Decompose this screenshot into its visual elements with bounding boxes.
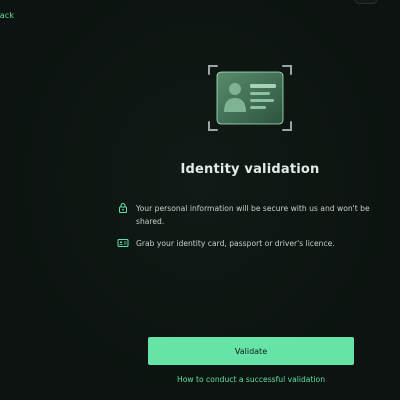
validate-button[interactable]: Validate [148, 337, 354, 365]
top-right-button[interactable] [354, 0, 378, 4]
info-text-privacy: Your personal information will be secure… [136, 204, 370, 226]
page-title: Identity validation [180, 162, 320, 177]
identity-validation-screen: Back Identity validation [0, 0, 400, 400]
info-text-documents: Grab your identity card, passport or dri… [136, 239, 335, 248]
back-link[interactable]: Back [0, 11, 14, 20]
id-card-icon [117, 239, 129, 247]
id-card-illustration [208, 65, 292, 131]
howto-link[interactable]: How to conduct a successful validation [148, 375, 354, 384]
info-row-privacy: Your personal information will be secure… [117, 202, 387, 228]
info-row-documents: Grab your identity card, passport or dri… [117, 237, 387, 250]
lock-icon [119, 203, 127, 213]
